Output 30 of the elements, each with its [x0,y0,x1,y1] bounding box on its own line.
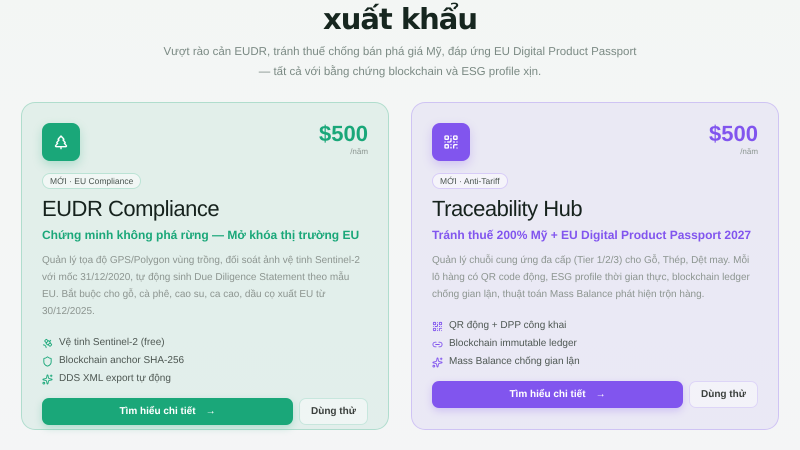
details-button[interactable]: Tìm hiểu chi tiết → [432,381,683,408]
sparkles-icon [432,356,443,368]
qr-code-icon [432,123,470,161]
new-badge: MỚI · EU Compliance [42,173,142,189]
shield-icon [42,356,53,366]
try-button[interactable]: Dùng thử [689,381,758,408]
price-period: /năm [350,147,368,156]
card-tagline: Chứng minh không phá rừng — Mở khóa thị trường EU [42,228,360,242]
tree-icon [42,123,80,161]
try-button[interactable]: Dùng thử [299,398,368,425]
feature-text: Mass Balance chống gian lận [449,355,580,369]
card-description: Quản lý chuỗi cung ứng đa cấp (Tier 1/2/3) cho Gỗ, Thép, Dệt may. Mỗi lô hàng có QR code động, ESG profile thời gian thực, blockchain ledger chống gian lận, thuật toán Mass Balance phát hiện trộn hàng. [432,253,751,302]
feature-text: Blockchain anchor SHA-256 [59,354,184,368]
card-title: EUDR Compliance [42,196,220,222]
satellite-icon [42,338,53,348]
price-period: /năm [740,147,758,156]
feature-text: DDS XML export tự động [59,372,171,386]
page-heading: xuất khẩu [322,2,478,36]
feature-text: QR động + DPP công khai [449,319,566,333]
feature-text: Vệ tinh Sentinel-2 (free) [59,336,165,350]
card-description: Quản lý tọa độ GPS/Polygon vùng trồng, đối soát ảnh vệ tinh Sentinel-2 với mốc 31/12/2020, tự động sinh Due Diligence Statement theo mẫu EU. Bắt buộc cho gỗ, cà phê, cao su, ca cao, dầu cọ xuất EU từ 30/12/2025. [42,254,361,319]
card-tagline: Tránh thuế 200% Mỹ + EU Digital Product Passport 2027 [432,228,752,242]
new-badge: MỚI · Anti-Tariff [432,173,508,189]
price: $500 [709,121,758,147]
sparkles-icon [42,374,53,384]
qr-code-icon [432,320,443,332]
card-title: Traceability Hub [432,196,584,222]
feature-text: Blockchain immutable ledger [449,337,577,351]
price: $500 [319,121,368,147]
page-subtitle: Vượt rào cản EUDR, tránh thuế chống bán phá giá Mỹ, đáp ứng EU Digital Product Passport — tất cả với bằng chứng blockchain và ESG profile xịn. [164,45,636,80]
